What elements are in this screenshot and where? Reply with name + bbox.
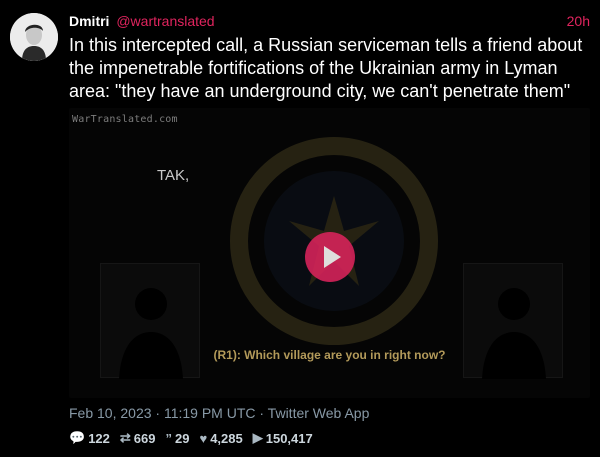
play-button[interactable] bbox=[305, 232, 355, 282]
video-subtitle: (R1): Which village are you in right now… bbox=[213, 348, 446, 362]
heart-icon: ♥ bbox=[199, 430, 208, 446]
like-stat[interactable]: ♥ 4,285 bbox=[199, 431, 242, 446]
tweet: Dmitri @wartranslated 20h In this interc… bbox=[0, 0, 600, 457]
tweet-meta[interactable]: Feb 10, 2023 · 11:19 PM UTC · Twitter We… bbox=[69, 405, 369, 421]
reply-count: 122 bbox=[88, 430, 110, 446]
quote-icon: ” bbox=[165, 430, 173, 446]
video-caption-top: TAK, bbox=[157, 167, 190, 184]
retweet-stat[interactable]: ⇄ 669 bbox=[120, 430, 156, 446]
reply-stat[interactable]: 💬 122 bbox=[69, 430, 110, 446]
tweet-stats: 💬 122 ⇄ 669 ” 29 ♥ 4,285 ▶ 150,417 bbox=[69, 430, 313, 446]
video-player[interactable]: WarTranslated.com TAK, (R1): Which villa… bbox=[69, 108, 590, 398]
author-name[interactable]: Dmitri bbox=[69, 13, 109, 29]
retweet-count: 669 bbox=[133, 430, 156, 446]
views-stat[interactable]: ▶ 150,417 bbox=[253, 430, 313, 446]
avatar[interactable] bbox=[10, 13, 58, 61]
play-views-icon: ▶ bbox=[252, 430, 263, 445]
author-handle[interactable]: @wartranslated bbox=[116, 13, 214, 29]
retweet-icon: ⇄ bbox=[119, 430, 131, 445]
quote-count: 29 bbox=[175, 430, 190, 446]
tweet-text: In this intercepted call, a Russian serv… bbox=[69, 35, 583, 101]
like-count: 4,285 bbox=[210, 430, 243, 446]
watermark: WarTranslated.com bbox=[72, 114, 178, 125]
tweet-header: Dmitri @wartranslated 20h bbox=[69, 12, 590, 30]
quote-stat[interactable]: ” 29 bbox=[166, 431, 190, 446]
comment-icon: 💬 bbox=[69, 430, 86, 445]
views-count: 150,417 bbox=[265, 430, 313, 446]
tweet-time[interactable]: 20h bbox=[567, 12, 590, 30]
